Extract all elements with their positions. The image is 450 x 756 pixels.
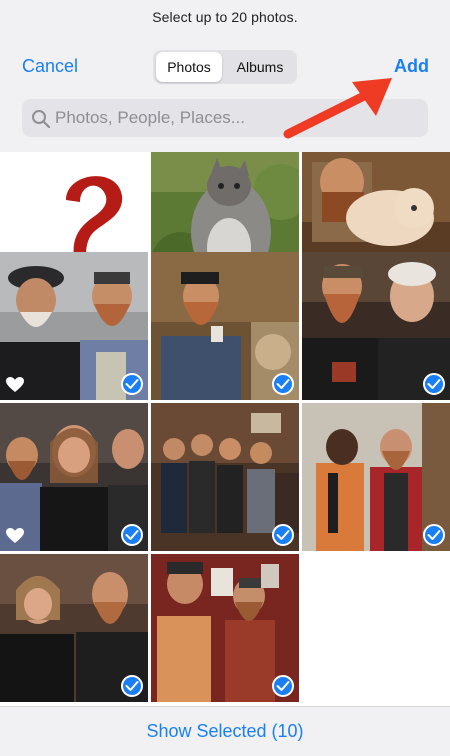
selected-check-icon — [423, 373, 445, 395]
photo-tile[interactable] — [0, 252, 148, 400]
selected-check-icon — [272, 373, 294, 395]
heart-icon — [6, 377, 24, 392]
selected-check-icon — [121, 675, 143, 697]
photo-grid — [0, 152, 450, 704]
show-selected-button[interactable]: Show Selected (10) — [0, 721, 450, 742]
photo-tile[interactable] — [151, 252, 299, 400]
selected-check-icon — [272, 675, 294, 697]
selected-check-icon — [272, 524, 294, 546]
photo-tile[interactable] — [151, 403, 299, 551]
photo-tile[interactable] — [302, 252, 450, 400]
photo-tile[interactable] — [0, 403, 148, 551]
photo-tile[interactable] — [151, 554, 299, 702]
search-placeholder: Photos, People, Places... — [55, 108, 245, 127]
photo-tile[interactable] — [302, 403, 450, 551]
heart-icon — [6, 528, 24, 543]
search-icon — [32, 110, 51, 129]
source-segmented-control: Photos Albums — [153, 50, 297, 84]
selected-check-icon — [121, 524, 143, 546]
selected-check-icon — [423, 524, 445, 546]
tab-photos[interactable]: Photos — [156, 52, 222, 82]
picker-header: Select up to 20 photos. Cancel Photos Al… — [0, 0, 450, 152]
cancel-button[interactable]: Cancel — [22, 56, 78, 77]
photo-tile[interactable] — [0, 554, 148, 702]
selected-check-icon — [121, 373, 143, 395]
picker-footer: Show Selected (10) — [0, 706, 450, 756]
annotation-arrow-icon — [283, 78, 392, 139]
selection-limit-text: Select up to 20 photos. — [152, 9, 298, 25]
